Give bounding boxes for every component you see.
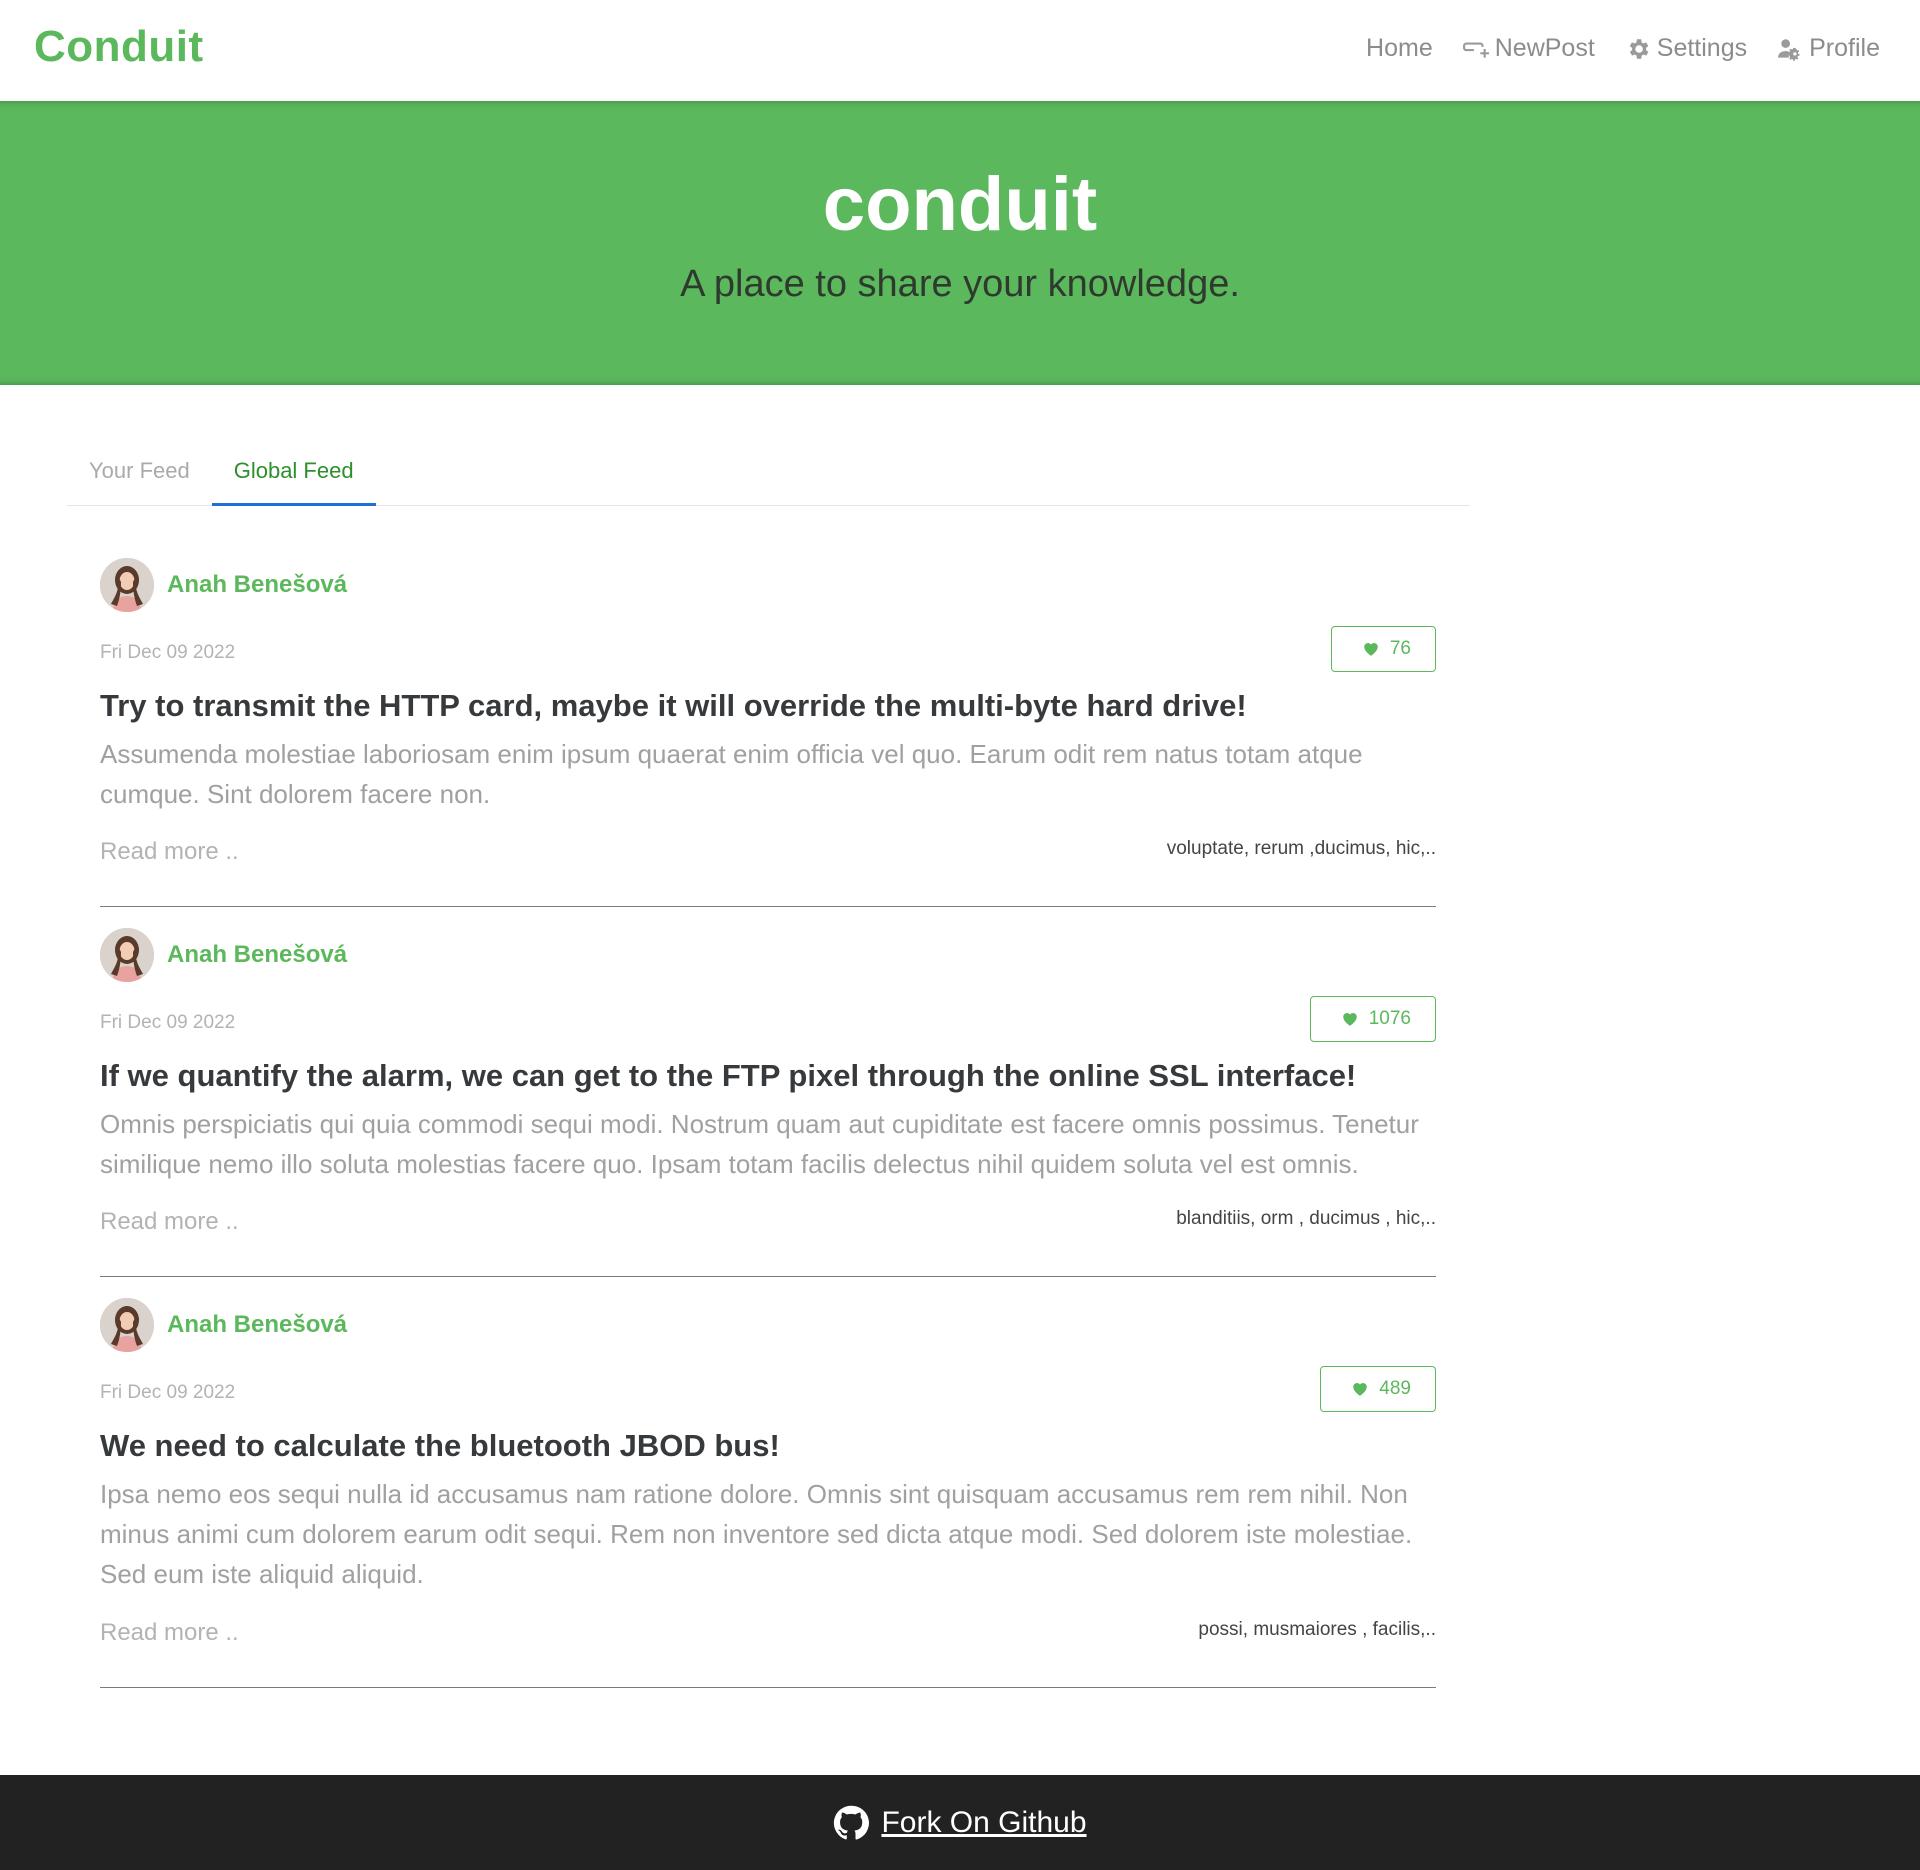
favorite-count: 76 (1389, 638, 1411, 659)
nav-links: Home NewPost Settings Profile (1366, 34, 1880, 63)
footer: Fork On Github (0, 1775, 1920, 1870)
user-gear-icon (1778, 38, 1800, 61)
article-preview: Anah Benešová Fri Dec 09 2022 76 Try to … (100, 558, 1436, 907)
article-author: Anah Benešová (100, 1298, 347, 1352)
heart-icon (1353, 1383, 1368, 1396)
article-author: Anah Benešová (100, 928, 347, 982)
nav-profile-link[interactable]: Profile (1777, 34, 1880, 63)
article-date: Fri Dec 09 2022 (100, 642, 236, 663)
nav-newpost-label: NewPost (1494, 34, 1595, 62)
feed-tabs: Your Feed Global Feed (67, 440, 1470, 506)
author-name[interactable]: Anah Benešová (167, 1311, 347, 1339)
read-more-link[interactable]: Read more .. (100, 838, 239, 866)
author-avatar[interactable] (100, 558, 154, 612)
article-date: Fri Dec 09 2022 (100, 1012, 236, 1033)
favorite-button[interactable]: 76 (1330, 626, 1436, 672)
hero-banner: conduit A place to share your knowledge. (0, 101, 1920, 385)
nav-home-label: Home (1366, 34, 1433, 62)
heart-icon (1342, 1013, 1357, 1026)
article-description: Ipsa nemo eos sequi nulla id accusamus n… (100, 1479, 1413, 1589)
tab-your-feed[interactable]: Your Feed (67, 440, 212, 506)
article-title[interactable]: If we quantify the alarm, we can get to … (100, 1058, 1356, 1094)
favorite-count: 489 (1379, 1378, 1411, 1399)
nav-home-link[interactable]: Home (1366, 34, 1433, 63)
brand-logo-link[interactable]: Conduit (34, 22, 204, 72)
favorite-count: 1076 (1368, 1008, 1411, 1029)
nav-settings-link[interactable]: Settings (1625, 34, 1747, 63)
heart-icon (1364, 643, 1378, 656)
author-avatar[interactable] (100, 1298, 154, 1352)
new-post-icon (1462, 42, 1489, 58)
article-tags: voluptate, rerum ,ducimus, hic,.. (1166, 838, 1436, 859)
article-description: Omnis perspiciatis qui quia commodi sequ… (100, 1109, 1419, 1179)
article-preview: Anah Benešová Fri Dec 09 2022 1076 If we… (100, 928, 1436, 1277)
article-author: Anah Benešová (100, 558, 347, 612)
author-name[interactable]: Anah Benešová (167, 941, 347, 969)
author-name[interactable]: Anah Benešová (167, 571, 347, 599)
article-date: Fri Dec 09 2022 (100, 1382, 236, 1403)
read-more-link[interactable]: Read more .. (100, 1619, 239, 1647)
article-preview: Anah Benešová Fri Dec 09 2022 489 We nee… (100, 1298, 1436, 1688)
nav-newpost-link[interactable]: NewPost (1462, 34, 1595, 63)
banner-subtitle: A place to share your knowledge. (680, 263, 1240, 305)
author-avatar[interactable] (100, 928, 154, 982)
article-title[interactable]: Try to transmit the HTTP card, maybe it … (100, 688, 1247, 724)
article-tags: blanditiis, orm , ducimus , hic,.. (1176, 1208, 1436, 1229)
article-description: Assumenda molestiae laboriosam enim ipsu… (100, 739, 1363, 809)
article-title[interactable]: We need to calculate the bluetooth JBOD … (100, 1428, 780, 1464)
github-icon (834, 1805, 870, 1840)
tab-global-feed[interactable]: Global Feed (211, 440, 376, 506)
fork-on-github-link[interactable]: Fork On Github (881, 1806, 1086, 1840)
nav-profile-label: Profile (1809, 34, 1880, 62)
favorite-button[interactable]: 489 (1320, 1366, 1436, 1412)
top-navbar: Conduit Home NewPost Settings Profile (0, 0, 1920, 101)
banner-title: conduit (822, 162, 1098, 247)
article-tags: possi, musmaiores , facilis,.. (1198, 1619, 1436, 1640)
gear-icon (1629, 38, 1649, 59)
favorite-button[interactable]: 1076 (1309, 996, 1436, 1042)
nav-settings-label: Settings (1656, 34, 1748, 62)
read-more-link[interactable]: Read more .. (100, 1208, 239, 1236)
